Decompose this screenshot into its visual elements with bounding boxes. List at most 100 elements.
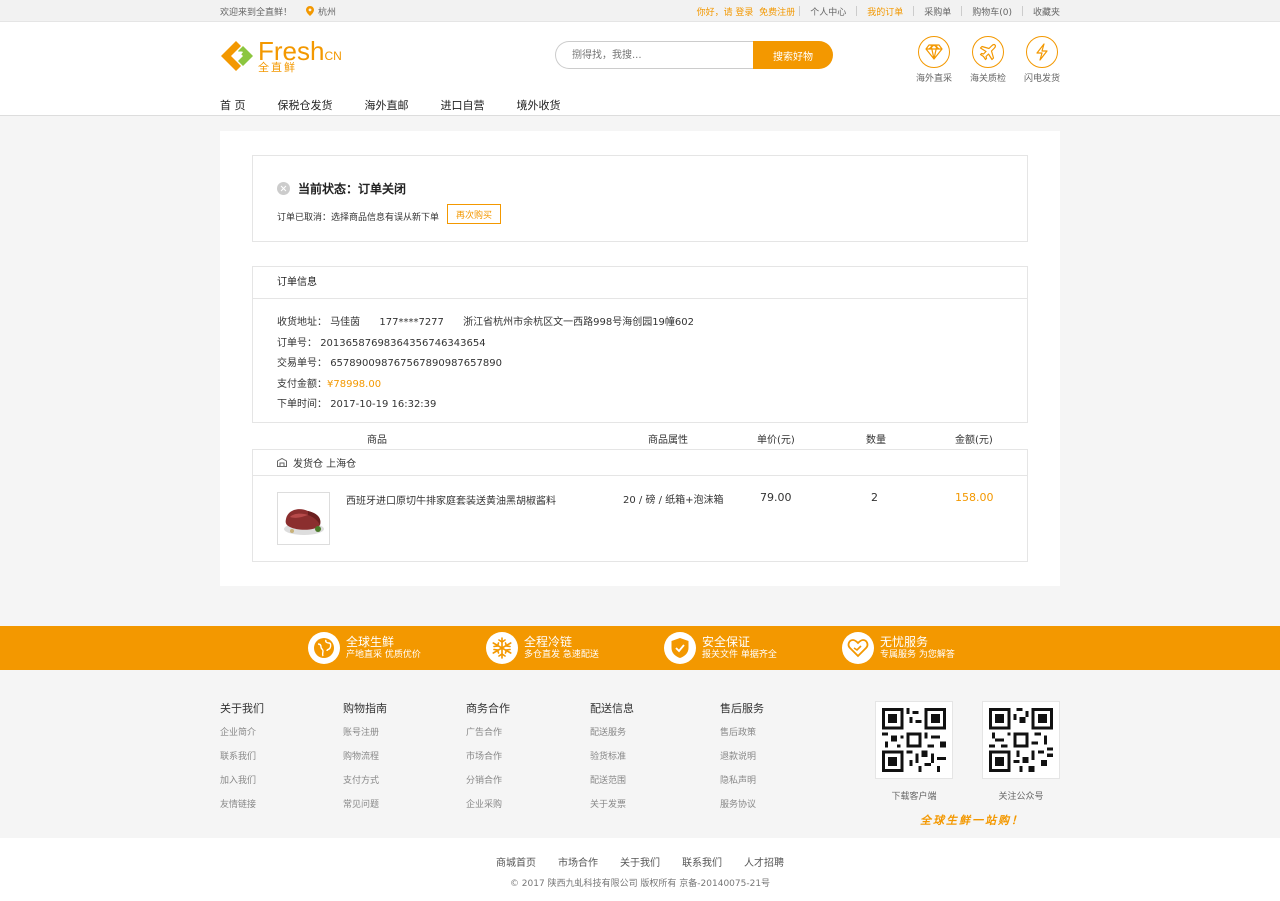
footer-link[interactable]: 市场合作 bbox=[466, 752, 502, 762]
footer-link[interactable]: 加入我们 bbox=[220, 776, 256, 786]
qr-download-app[interactable]: 下载客户端 bbox=[875, 701, 953, 802]
user-center-link[interactable]: 个人中心 bbox=[810, 8, 846, 18]
footer-link[interactable]: 服务协议 bbox=[720, 800, 756, 810]
copyright: © 2017 陕西九虬科技有限公司 版权所有 京备-20140075-21号 bbox=[509, 879, 771, 889]
search-input[interactable] bbox=[555, 41, 753, 69]
location-selector[interactable]: 杭州 bbox=[306, 5, 336, 18]
slogan: 全球生鲜一站购！ bbox=[920, 814, 1024, 827]
purchase-list-link[interactable]: 采购单 bbox=[924, 8, 951, 18]
order-time-label: 下单时间： bbox=[277, 399, 327, 410]
rebuy-button[interactable]: 再次购买 bbox=[447, 204, 501, 224]
footer-col-aftersale: 售后服务 售后政策 退款说明 隐私声明 服务协议 bbox=[720, 700, 764, 822]
footer-link[interactable]: 支付方式 bbox=[343, 776, 379, 786]
bottom-link-home[interactable]: 商城首页 bbox=[496, 854, 536, 869]
service-customs-check[interactable]: 海关质检 bbox=[970, 36, 1006, 84]
login-link[interactable]: 你好，请 登录 bbox=[697, 8, 754, 18]
close-circle-icon bbox=[277, 182, 290, 195]
city-label: 杭州 bbox=[318, 7, 337, 18]
footer-col-delivery: 配送信息 配送服务 验货标准 配送范围 关于发票 bbox=[590, 700, 634, 822]
footer-link[interactable]: 常见问题 bbox=[343, 800, 379, 810]
nav-import-self[interactable]: 进口自营 bbox=[441, 97, 485, 113]
order-no-row: 订单号： 20136587698364356746343654 bbox=[277, 334, 1003, 355]
register-link[interactable]: 免费注册 bbox=[759, 8, 795, 18]
logo[interactable]: FreshCN 全直鲜 bbox=[220, 38, 342, 73]
product-price: 79.00 bbox=[760, 491, 792, 504]
footer-link[interactable]: 关于发票 bbox=[590, 800, 626, 810]
warehouse-label: 发货仓 上海仓 bbox=[293, 459, 357, 470]
warehouse-row: 发货仓 上海仓 bbox=[253, 450, 1027, 476]
service-label: 海外直采 bbox=[916, 74, 953, 84]
footer-link[interactable]: 广告合作 bbox=[466, 728, 502, 738]
warehouse-icon bbox=[277, 458, 287, 467]
order-time-value: 2017-10-19 16:32:39 bbox=[330, 399, 437, 410]
footer-link[interactable]: 验货标准 bbox=[590, 752, 626, 762]
address-row: 收货地址： 马佳茵 177****7277 浙江省杭州市余杭区文一西路998号海… bbox=[277, 313, 1003, 334]
order-time-row: 下单时间： 2017-10-19 16:32:39 bbox=[277, 395, 1003, 416]
footer-link[interactable]: 售后政策 bbox=[720, 728, 756, 738]
nav-home[interactable]: 首 页 bbox=[220, 97, 246, 113]
favorites-link[interactable]: 收藏夹 bbox=[1033, 8, 1060, 18]
footer-col-guide: 购物指南 账号注册 购物流程 支付方式 常见问题 bbox=[343, 700, 387, 822]
bottom-link-jobs[interactable]: 人才招聘 bbox=[744, 854, 784, 869]
footer-link[interactable]: 企业简介 bbox=[220, 728, 256, 738]
service-label: 闪电发货 bbox=[1024, 74, 1061, 84]
my-orders-link[interactable]: 我的订单 bbox=[867, 8, 903, 18]
status-description: 订单已取消：选择商品信息有误从新下单 bbox=[277, 213, 440, 223]
feature-service: 无忧服务 专属服务 为您解答 bbox=[842, 632, 1020, 664]
footer-link[interactable]: 友情链接 bbox=[220, 800, 256, 810]
feature-cold-chain: 全程冷链 多仓直发 急速配送 bbox=[486, 632, 664, 664]
search-bar: 搜索好物 bbox=[555, 41, 833, 69]
footer-col-title: 配送信息 bbox=[590, 702, 634, 715]
service-badges: 海外直采 海关质检 闪电发货 bbox=[916, 36, 1060, 84]
footer-link[interactable]: 账号注册 bbox=[343, 728, 379, 738]
product-qty: 2 bbox=[871, 491, 878, 504]
steak-image bbox=[278, 493, 329, 544]
col-total: 金额(元) bbox=[955, 435, 993, 446]
heart-hand-icon bbox=[847, 639, 869, 658]
lightning-icon bbox=[1036, 43, 1048, 61]
order-no-label: 订单号： bbox=[277, 337, 317, 349]
product-name[interactable]: 西班牙进口原切牛排家庭套装送黄油黑胡椒酱料 bbox=[346, 492, 556, 507]
logo-cn-suffix: CN bbox=[324, 49, 342, 63]
service-overseas-direct[interactable]: 海外直采 bbox=[916, 36, 952, 84]
goods-table-header: 商品 商品属性 单价(元) 数量 金额(元) bbox=[252, 426, 1028, 448]
trade-no-label: 交易单号： bbox=[277, 358, 327, 369]
recipient-name: 马佳茵 bbox=[330, 317, 361, 328]
footer-link[interactable]: 配送范围 bbox=[590, 776, 626, 786]
footer-col-title: 商务合作 bbox=[466, 702, 510, 715]
col-goods: 商品 bbox=[367, 435, 387, 446]
bottom-link-contact[interactable]: 联系我们 bbox=[682, 854, 722, 869]
footer-col-title: 购物指南 bbox=[343, 702, 387, 715]
footer-link[interactable]: 企业采购 bbox=[466, 800, 502, 810]
airplane-icon bbox=[979, 43, 997, 61]
features-band: 全球生鲜 产地直采 优质优价 全程冷链 多仓直发 急速配送 安全保证 报关文件 单据齐… bbox=[0, 626, 1280, 670]
footer-col-business: 商务合作 广告合作 市场合作 分销合作 企业采购 bbox=[466, 700, 510, 822]
order-info-box: 订单信息 收货地址： 马佳茵 177****7277 浙江省杭州市余杭区文一西路… bbox=[252, 266, 1028, 423]
footer-link[interactable]: 隐私声明 bbox=[720, 776, 756, 786]
feature-sub: 多仓直发 急速配送 bbox=[524, 649, 599, 660]
search-button[interactable]: 搜索好物 bbox=[753, 41, 833, 69]
order-status-box: 当前状态：订单关闭 订单已取消：选择商品信息有误从新下单 再次购买 bbox=[252, 155, 1028, 242]
footer-link[interactable]: 联系我们 bbox=[220, 752, 256, 762]
service-lightning-ship[interactable]: 闪电发货 bbox=[1024, 36, 1060, 84]
footer-link[interactable]: 分销合作 bbox=[466, 776, 502, 786]
footer-link[interactable]: 配送服务 bbox=[590, 728, 626, 738]
qr-label: 关注公众号 bbox=[998, 792, 1044, 802]
feature-safety: 安全保证 报关文件 单据齐全 bbox=[664, 632, 842, 664]
feature-title: 安全保证 bbox=[702, 634, 751, 649]
nav-bonded-warehouse[interactable]: 保税仓发货 bbox=[278, 97, 333, 113]
snowflake-icon bbox=[492, 637, 512, 659]
product-thumbnail[interactable] bbox=[277, 492, 330, 545]
order-no-value: 20136587698364356746343654 bbox=[320, 337, 486, 349]
nav-offshore-receive[interactable]: 境外收货 bbox=[517, 97, 561, 113]
feature-sub: 专属服务 为您解答 bbox=[880, 649, 955, 660]
footer-link[interactable]: 购物流程 bbox=[343, 752, 379, 762]
cart-link[interactable]: 购物车(0) bbox=[972, 8, 1012, 18]
footer-link[interactable]: 退款说明 bbox=[720, 752, 756, 762]
bottom-link-market[interactable]: 市场合作 bbox=[558, 854, 598, 869]
nav-overseas-mail[interactable]: 海外直邮 bbox=[365, 97, 409, 113]
qr-follow-account[interactable]: 关注公众号 bbox=[982, 701, 1060, 802]
bottom-link-about[interactable]: 关于我们 bbox=[620, 854, 660, 869]
col-price: 单价(元) bbox=[757, 435, 795, 446]
footer: 关于我们 企业简介 联系我们 加入我们 友情链接 购物指南 账号注册 购物流程 … bbox=[0, 670, 1280, 838]
